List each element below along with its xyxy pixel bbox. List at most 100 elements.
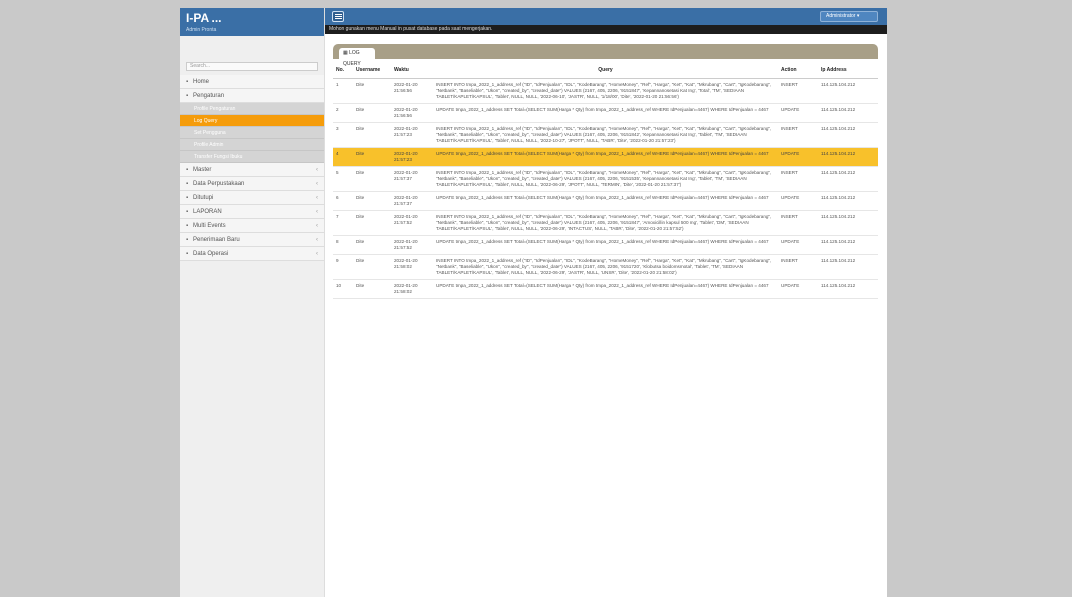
cell-username: Dite [353,147,391,167]
list-icon: ▦ [343,50,348,56]
cell-ip: 114.125.104.212 [818,235,878,255]
cell-ip: 114.125.104.212 [818,210,878,236]
table-row[interactable]: 6 Dite 2022-01-20 21:57:37 UPDATE tmpa_2022… [333,191,878,211]
user-menu-button[interactable]: Administrator ▾ [820,11,878,22]
col-header-no[interactable]: No. [333,63,353,79]
cell-ip: 114.125.104.212 [818,191,878,211]
sidebar-item-label: Data Perpustakaan [193,180,245,187]
sidebar-item-label: LAPORAN [193,208,222,215]
cell-username: Dite [353,210,391,236]
menu-toggle-button[interactable] [332,11,344,22]
cell-username: Dite [353,103,391,123]
cell-username: Dite [353,254,391,280]
col-header-query[interactable]: Query [433,63,778,79]
submenu-item-profile-admin[interactable]: Profile Admin [180,139,324,151]
cell-query: UPDATE tmpa_2022_1_address SET Total=(SE… [433,235,778,255]
sidebar-item-data-operasi[interactable]: ▪ Data Operasi ‹ [180,247,324,261]
chevron-left-icon: ‹ [316,250,318,257]
submenu-item-log-query[interactable]: Log Query [180,115,324,127]
cell-query: UPDATE tmpa_2022_1_address SET Total=(SE… [433,147,778,167]
chevron-left-icon: ‹ [316,166,318,173]
cell-action: INSERT [778,254,818,280]
sidebar-item-home[interactable]: ▪ Home [180,75,324,89]
cell-time: 2022-01-20 21:57:23 [391,122,433,148]
col-header-time[interactable]: Waktu [391,63,433,79]
submenu-item-set-pengguna[interactable]: Set Pengguna [180,127,324,139]
cell-ip: 114.125.104.212 [818,254,878,280]
cell-time: 2022-01-20 21:56:56 [391,103,433,123]
sidebar-item-label: Home [193,78,210,85]
cell-action: INSERT [778,166,818,192]
user-name: Administrator [826,13,856,19]
folder-icon: ▪ [186,180,189,187]
cell-time: 2022-01-20 21:57:37 [391,191,433,211]
cell-query: UPDATE tmpa_2022_1_address SET Total=(SE… [433,103,778,123]
cell-query: INSERT INTO tmpa_2022_1_address_ref ("ID… [433,254,778,280]
cell-action: UPDATE [778,191,818,211]
tab-bar: ▦ LOG QUERY [333,44,878,67]
tab-log-query[interactable]: ▦ LOG QUERY [339,48,375,67]
table-row[interactable]: 4 Dite 2022-01-20 21:57:23 UPDATE tmpa_2022… [333,147,878,167]
chevron-left-icon: ‹ [316,236,318,243]
sidebar-search[interactable]: Search... [186,62,318,71]
folder-icon: ▪ [186,236,189,243]
cell-ip: 114.125.104.212 [818,166,878,192]
sidebar-item-multi-events[interactable]: ▪ Multi Events ‹ [180,219,324,233]
cell-action: INSERT [778,210,818,236]
table-row[interactable]: 2 Dite 2022-01-20 21:56:56 UPDATE tmpa_2022… [333,103,878,123]
cell-time: 2022-01-20 21:57:37 [391,166,433,192]
folder-icon: ▪ [186,208,189,215]
table-row[interactable]: 3 Dite 2022-01-20 21:57:23 INSERT INTO tmpa… [333,122,878,148]
cell-ip: 114.125.104.212 [818,122,878,148]
sidebar-item-data-perpustakaan[interactable]: ▪ Data Perpustakaan ‹ [180,177,324,191]
hamburger-icon [334,14,342,15]
cell-username: Dite [353,78,391,104]
col-header-action[interactable]: Action [778,63,818,79]
settings-icon: ▪ [186,92,189,99]
cell-query: INSERT INTO tmpa_2022_1_address_ref ("ID… [433,78,778,104]
col-header-username[interactable]: Username [353,63,391,79]
submenu-item-profile-pengaturan[interactable]: Profile Pengaturan [180,103,324,115]
cell-time: 2022-01-20 21:56:56 [391,78,433,104]
sidebar-item-label: Data Operasi [193,250,229,257]
folder-icon: ▪ [186,250,189,257]
cell-username: Dite [353,235,391,255]
table-row[interactable]: 5 Dite 2022-01-20 21:57:37 INSERT INTO tmpa… [333,166,878,192]
log-table: No. Username Waktu Query Action Ip Addre… [333,63,878,299]
cell-ip: 114.125.104.212 [818,103,878,123]
sidebar-item-label: Pengaturan [193,92,225,99]
table-row[interactable]: 1 Dite 2022-01-20 21:56:56 INSERT INTO tmpa… [333,78,878,104]
sidebar-item-laporan[interactable]: ▪ LAPORAN ‹ [180,205,324,219]
brand[interactable]: I-PA ... Admin Pronta [180,8,324,36]
col-header-ip[interactable]: Ip Address [818,63,878,79]
sidebar-item-ditutupi[interactable]: ▪ Ditutupi ‹ [180,191,324,205]
submenu-item-transfer-fungsi-ibuku[interactable]: Transfer Fungsi Ibuku [180,151,324,163]
sidebar-item-penerimaan-baru[interactable]: ▪ Penerimaan Baru ‹ [180,233,324,247]
cell-time: 2022-01-20 21:58:02 [391,279,433,299]
home-icon: ▪ [186,78,189,85]
cell-action: INSERT [778,122,818,148]
table-row[interactable]: 9 Dite 2022-01-20 21:58:02 INSERT INTO tmpa… [333,254,878,280]
table-row[interactable]: 10 Dite 2022-01-20 21:58:02 UPDATE tmpa_202… [333,279,878,299]
topbar: Administrator ▾ [325,8,887,25]
sidebar: I-PA ... Admin Pronta Search... ▪ Home ▪ Pe… [180,8,325,597]
app-window: I-PA ... Admin Pronta Search... ▪ Home ▪ Pe… [180,8,887,597]
hamburger-icon [334,18,342,19]
table-row[interactable]: 8 Dite 2022-01-20 21:57:52 UPDATE tmpa_2022… [333,235,878,255]
cell-username: Dite [353,122,391,148]
chevron-left-icon: ‹ [316,222,318,229]
sidebar-item-label: Multi Events [193,222,226,229]
table-row[interactable]: 7 Dite 2022-01-20 21:57:52 INSERT INTO tmpa… [333,210,878,236]
chevron-left-icon: ‹ [316,194,318,201]
folder-icon: ▪ [186,166,189,173]
cell-action: UPDATE [778,279,818,299]
cell-ip: 114.125.104.212 [818,147,878,167]
cell-no: 5 [333,166,353,192]
cell-no: 7 [333,210,353,236]
cell-no: 1 [333,78,353,104]
sidebar-item-master[interactable]: ▪ Master ‹ [180,163,324,177]
cell-ip: 114.125.104.212 [818,78,878,104]
sidebar-item-pengaturan[interactable]: ▪ Pengaturan [180,89,324,103]
cell-no: 3 [333,122,353,148]
brand-title: I-PA ... [186,11,222,25]
